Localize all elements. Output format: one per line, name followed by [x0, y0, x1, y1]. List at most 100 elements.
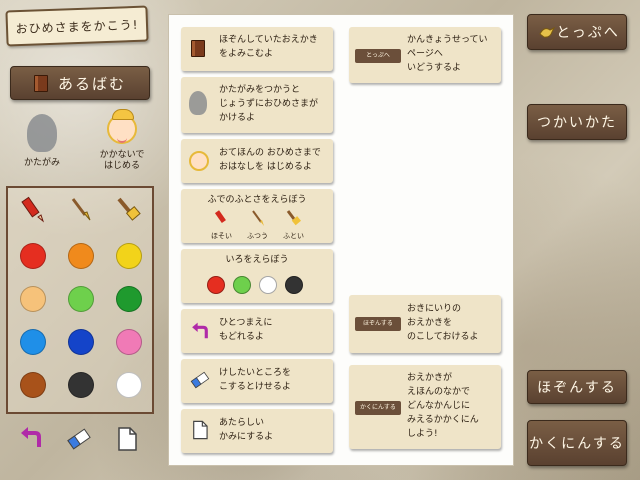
brush-thick-tool[interactable]: [114, 194, 144, 224]
book-icon: [191, 40, 205, 57]
app-title: おひめさまをかこう!: [15, 17, 139, 36]
help-princess-line1: おてほんの おひめさまで: [219, 148, 321, 158]
bird-icon: [539, 26, 556, 38]
crayon-icon: [214, 210, 226, 223]
help-album-line1: ほぞんしていたおえかき: [219, 35, 318, 45]
help-card-silhouette: かたがみをつかうと じょうずにおひめさまが かけるよ: [181, 77, 333, 133]
color-swatch[interactable]: [20, 329, 46, 355]
color-swatch[interactable]: [68, 286, 94, 312]
color-dot: [285, 276, 303, 294]
brush-normal-label: ふつう: [247, 232, 268, 240]
confirm-label: かくにんする: [529, 436, 625, 452]
help-confirm-line5: しよう!: [407, 429, 438, 439]
save-label: ほぞんする: [537, 380, 617, 396]
help-card-album: ほぞんしていたおえかき をよみこむよ: [181, 27, 333, 71]
color-swatch[interactable]: [116, 329, 142, 355]
help-newpage-line2: かみにするよ: [219, 432, 274, 442]
thick-brush-icon: [117, 197, 141, 221]
help-save-line1: おきにいりの: [407, 304, 462, 314]
help-card-brush: ふでのふとさをえらぼう ほそい ふつう ふとい: [181, 189, 333, 243]
color-dot: [207, 276, 225, 294]
thick-brush-icon: [286, 210, 301, 226]
how-to-button[interactable]: つかいかた: [527, 104, 627, 140]
top-button[interactable]: とっぷへ: [527, 14, 627, 50]
help-top-mini-button: とっぷへ: [355, 49, 401, 63]
help-save-mini-label: ほぞんする: [363, 320, 393, 327]
color-swatch[interactable]: [116, 243, 142, 269]
help-top-mini-label: とっぷへ: [366, 52, 390, 59]
help-eraser-line1: けしたいところを: [219, 368, 292, 378]
help-card-save: ほぞんする おきにいりの おえかきを のこしておけるよ: [349, 295, 501, 353]
silhouette-template-button[interactable]: かたがみ: [12, 114, 72, 174]
silhouette-icon: [189, 91, 207, 115]
help-princess-line2: おはなしを はじめるよ: [219, 162, 312, 172]
princess-icon: [189, 151, 209, 171]
album-label: あるばむ: [57, 74, 126, 93]
crayon-thin-tool[interactable]: [18, 194, 48, 224]
help-save-mini-button: ほぞんする: [355, 317, 401, 331]
help-eraser-line2: こするとけせるよ: [219, 382, 291, 392]
help-silhouette-line2: じょうずにおひめさまが: [219, 99, 319, 109]
color-swatch[interactable]: [116, 372, 142, 398]
book-icon: [33, 74, 48, 92]
undo-icon: [192, 322, 208, 339]
color-swatch[interactable]: [20, 286, 46, 312]
help-top-line3: いどうするよ: [407, 63, 462, 73]
save-button[interactable]: ほぞんする: [527, 370, 627, 404]
help-silhouette-line3: かけるよ: [219, 113, 256, 123]
princess-label-line1: かかないで: [99, 150, 145, 160]
help-newpage-line1: あたらしい: [219, 418, 265, 428]
help-confirm-mini-label: かくにんする: [360, 404, 396, 411]
help-confirm-line3: どんなかんじに: [407, 401, 471, 411]
new-page-button[interactable]: [112, 424, 142, 454]
help-save-line2: おえかきを: [407, 318, 453, 328]
how-to-label: つかいかた: [537, 115, 617, 131]
help-brush-title: ふでのふとさをえらぼう: [207, 195, 307, 205]
color-swatch[interactable]: [68, 372, 94, 398]
help-color-title: いろをえらぼう: [225, 255, 289, 265]
help-confirm-line4: みえるかかくにん: [407, 415, 479, 425]
help-album-line2: をよみこむよ: [219, 49, 274, 59]
princess-label-line2: はじめる: [103, 161, 140, 171]
help-top-line2: ページへ: [407, 49, 443, 59]
color-swatch[interactable]: [20, 243, 46, 269]
brush-thin-label: ほそい: [211, 232, 232, 240]
confirm-button[interactable]: かくにんする: [527, 420, 627, 466]
help-silhouette-line1: かたがみをつかうと: [219, 85, 301, 95]
color-swatch[interactable]: [116, 286, 142, 312]
undo-icon: [21, 427, 41, 447]
help-card-eraser: けしたいところを こするとけせるよ: [181, 359, 333, 403]
crayon-icon: [21, 196, 45, 223]
brush-normal-tool[interactable]: [66, 194, 96, 224]
undo-button[interactable]: [16, 424, 46, 454]
help-undo-line1: ひとつまえに: [219, 318, 273, 328]
top-button-label: とっぷへ: [556, 25, 620, 41]
color-swatch[interactable]: [68, 329, 94, 355]
help-top-line1: かんきょうせってい: [407, 35, 488, 45]
princess-sample-button[interactable]: かかないで はじめる: [92, 109, 152, 180]
eraser-button[interactable]: [64, 424, 94, 454]
help-card-confirm: かくにんする おえかきが えほんのなかで どんなかんじに みえるかかくにん しよ…: [349, 365, 501, 449]
help-panel: ほぞんしていたおえかき をよみこむよ かたがみをつかうと じょうずにおひめさまが…: [168, 14, 514, 466]
help-save-line3: のこしておけるよ: [407, 332, 479, 342]
palette-panel: [6, 186, 154, 414]
help-confirm-line1: おえかきが: [407, 373, 453, 383]
app-title-banner: おひめさまをかこう!: [5, 5, 149, 47]
color-dot: [233, 276, 251, 294]
silhouette-label: かたがみ: [23, 158, 60, 168]
help-card-princess: おてほんの おひめさまで おはなしを はじめるよ: [181, 139, 333, 183]
help-card-newpage: あたらしい かみにするよ: [181, 409, 333, 453]
silhouette-icon: [27, 114, 57, 152]
color-swatch[interactable]: [20, 372, 46, 398]
color-dot: [259, 276, 277, 294]
brush-icon: [71, 198, 91, 221]
album-button[interactable]: あるばむ: [10, 66, 150, 100]
brush-icon: [252, 210, 264, 226]
princess-icon: [107, 109, 137, 144]
help-undo-line2: もどれるよ: [219, 332, 264, 342]
help-card-undo: ひとつまえに もどれるよ: [181, 309, 333, 353]
new-page-icon: [193, 420, 208, 440]
color-swatch[interactable]: [68, 243, 94, 269]
help-card-color: いろをえらぼう: [181, 249, 333, 303]
eraser-icon: [67, 428, 91, 450]
